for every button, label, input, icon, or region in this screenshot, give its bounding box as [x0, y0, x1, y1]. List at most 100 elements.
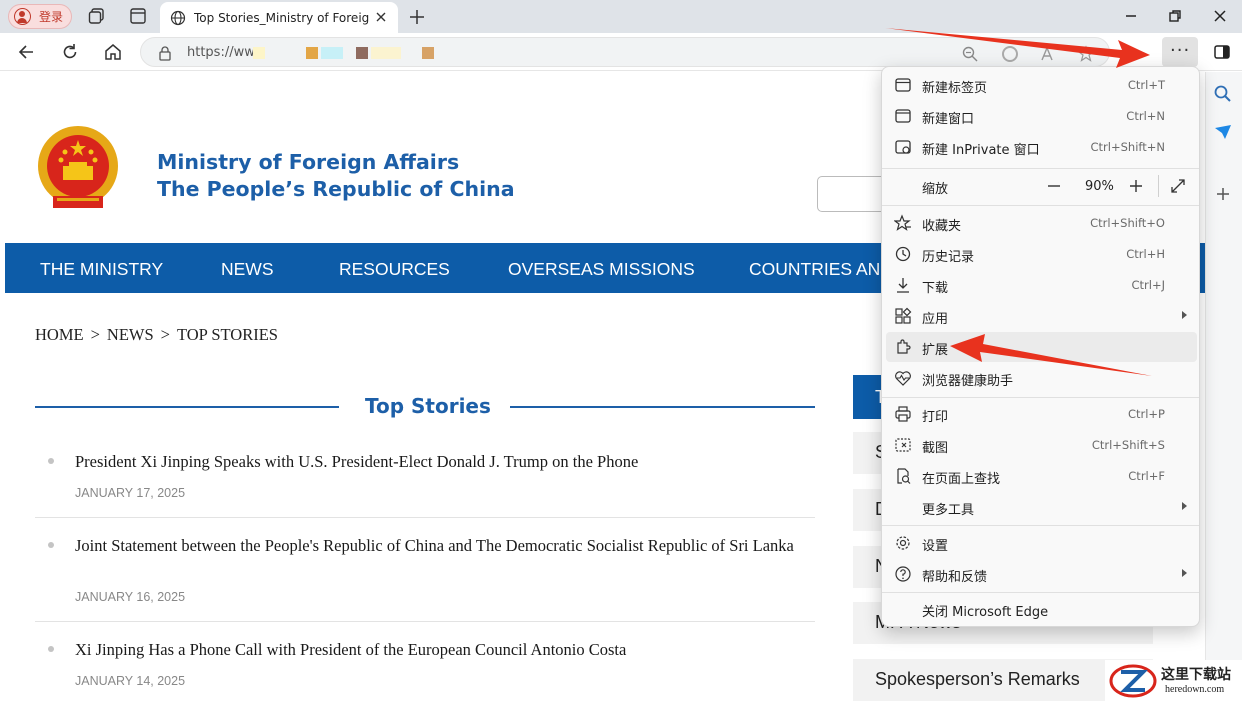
menu-item-zoom: 缩放 90% — [882, 170, 1199, 202]
close-tab-icon[interactable] — [374, 10, 388, 24]
menu-item-close-edge[interactable]: 关闭 Microsoft Edge — [882, 594, 1199, 624]
menu-item-new-tab[interactable]: 新建标签页 Ctrl+T — [882, 70, 1199, 100]
menu-shortcut: Ctrl+N — [1126, 109, 1165, 123]
site-title-line1: Ministry of Foreign Affairs — [157, 150, 460, 174]
menu-label: 打印 — [922, 410, 949, 425]
heart-pulse-icon — [895, 371, 911, 386]
story-date: JANUARY 17, 2025 — [75, 486, 186, 500]
new-tab-icon[interactable] — [407, 7, 427, 27]
menu-label: 新建标签页 — [922, 81, 988, 96]
menu-item-print[interactable]: 打印 Ctrl+P — [882, 399, 1199, 429]
menu-item-browser-essentials[interactable]: 浏览器健康助手 — [882, 363, 1199, 393]
breadcrumb-home[interactable]: HOME — [35, 325, 84, 344]
sidebar-toggle-icon[interactable] — [1212, 42, 1232, 62]
menu-item-extensions[interactable]: 扩展 — [886, 332, 1197, 362]
breadcrumb-separator: > — [160, 325, 170, 344]
zoom-in-icon[interactable] — [1127, 177, 1145, 195]
home-icon[interactable] — [103, 42, 123, 62]
redaction-block — [356, 47, 368, 59]
zoom-level: 90% — [1085, 179, 1114, 194]
settings-and-more-button[interactable]: ··· — [1162, 37, 1198, 67]
site-title[interactable]: Ministry of Foreign Affairs The People’s… — [157, 149, 515, 203]
user-icon — [14, 8, 31, 25]
workspaces-icon[interactable] — [87, 6, 107, 26]
edge-icon[interactable] — [1001, 45, 1019, 63]
nav-item-countries[interactable]: COUNTRIES AND — [749, 259, 893, 280]
breadcrumb-current: TOP STORIES — [176, 325, 278, 344]
zoom-out-icon[interactable] — [1045, 177, 1063, 195]
menu-item-new-inprivate[interactable]: 新建 InPrivate 窗口 Ctrl+Shift+N — [882, 132, 1199, 162]
menu-item-screenshot[interactable]: 截图 Ctrl+Shift+S — [882, 430, 1199, 460]
menu-item-history[interactable]: 历史记录 Ctrl+H — [882, 239, 1199, 269]
site-title-line2: The People’s Republic of China — [157, 177, 515, 201]
breadcrumb-news[interactable]: NEWS — [107, 325, 154, 344]
story-date: JANUARY 14, 2025 — [75, 674, 186, 688]
favorites-icon — [894, 214, 911, 231]
add-icon[interactable] — [1213, 184, 1233, 204]
favorite-star-icon[interactable] — [1077, 45, 1095, 63]
nav-item-resources[interactable]: RESOURCES — [339, 259, 450, 280]
national-emblem-logo — [38, 126, 118, 208]
menu-label: 缩放 — [922, 182, 949, 197]
menu-item-new-window[interactable]: 新建窗口 Ctrl+N — [882, 101, 1199, 131]
story-title[interactable]: President Xi Jinping Speaks with U.S. Pr… — [75, 451, 795, 472]
watermark-en: heredown.com — [1165, 684, 1225, 695]
redaction-block — [422, 47, 434, 59]
apps-icon — [895, 307, 912, 324]
nav-item-overseas-missions[interactable]: OVERSEAS MISSIONS — [508, 259, 695, 280]
menu-shortcut: Ctrl+Shift+S — [1091, 438, 1165, 452]
submenu-arrow-icon — [1182, 311, 1187, 319]
zoom-icon[interactable] — [961, 45, 979, 63]
new-tab-icon — [895, 78, 911, 92]
nav-item-ministry[interactable]: THE MINISTRY — [40, 259, 163, 280]
nav-item-news[interactable]: NEWS — [221, 259, 274, 280]
menu-item-more-tools[interactable]: 更多工具 — [882, 492, 1199, 522]
profile-button[interactable]: 登录 — [8, 4, 72, 29]
search-icon[interactable] — [1213, 84, 1233, 104]
url-text: https://ww — [187, 45, 255, 60]
menu-item-favorites[interactable]: 收藏夹 Ctrl+Shift+O — [882, 208, 1199, 238]
download-icon — [897, 278, 909, 293]
menu-item-find-on-page[interactable]: 在页面上查找 Ctrl+F — [882, 461, 1199, 491]
redaction-block — [321, 47, 343, 59]
tab-actions-icon[interactable] — [128, 6, 148, 26]
edge-sidebar — [1205, 72, 1242, 701]
story-date: JANUARY 16, 2025 — [75, 590, 186, 604]
menu-item-help-feedback[interactable]: 帮助和反馈 — [882, 559, 1199, 589]
menu-shortcut: Ctrl+T — [1127, 78, 1165, 92]
gear-icon — [896, 536, 910, 550]
menu-item-downloads[interactable]: 下载 Ctrl+J — [882, 270, 1199, 300]
more-dots-icon: ··· — [1170, 40, 1191, 61]
send-icon[interactable] — [1213, 122, 1233, 142]
fullscreen-icon[interactable] — [1169, 177, 1187, 195]
redaction-block — [306, 47, 318, 59]
menu-item-settings[interactable]: 设置 — [882, 528, 1199, 558]
menu-label: 下载 — [922, 281, 949, 296]
menu-item-apps[interactable]: 应用 — [882, 301, 1199, 331]
submenu-arrow-icon — [1182, 502, 1187, 510]
story-title[interactable]: Xi Jinping Has a Phone Call with Preside… — [75, 639, 795, 660]
back-icon[interactable] — [17, 42, 37, 62]
read-aloud-icon[interactable] — [1039, 45, 1057, 63]
menu-divider — [882, 592, 1199, 593]
tab-active[interactable]: Top Stories_Ministry of Foreign Af — [160, 2, 398, 33]
lock-icon[interactable] — [158, 45, 172, 61]
redaction-block — [253, 47, 265, 59]
menu-label: 更多工具 — [922, 503, 975, 518]
site-watermark: 这里下载站 heredown.com — [1105, 660, 1242, 701]
refresh-icon[interactable] — [60, 42, 80, 62]
story-title[interactable]: Joint Statement between the People's Rep… — [75, 535, 795, 556]
tab-title: Top Stories_Ministry of Foreign Af — [194, 10, 369, 25]
menu-label: 历史记录 — [922, 250, 975, 265]
restore-icon[interactable] — [1165, 6, 1185, 26]
inprivate-icon — [895, 140, 911, 154]
close-window-icon[interactable] — [1210, 6, 1230, 26]
menu-shortcut: Ctrl+H — [1126, 247, 1165, 261]
bullet-icon — [48, 542, 54, 548]
bullet-icon — [48, 646, 54, 652]
heading-rule-right — [510, 406, 815, 408]
address-bar[interactable]: https://ww — [140, 37, 1110, 67]
minimize-icon[interactable] — [1121, 6, 1141, 26]
menu-shortcut: Ctrl+F — [1128, 469, 1165, 483]
tab-strip: 登录 Top Stories_Ministry of Foreign Af — [0, 0, 1242, 33]
